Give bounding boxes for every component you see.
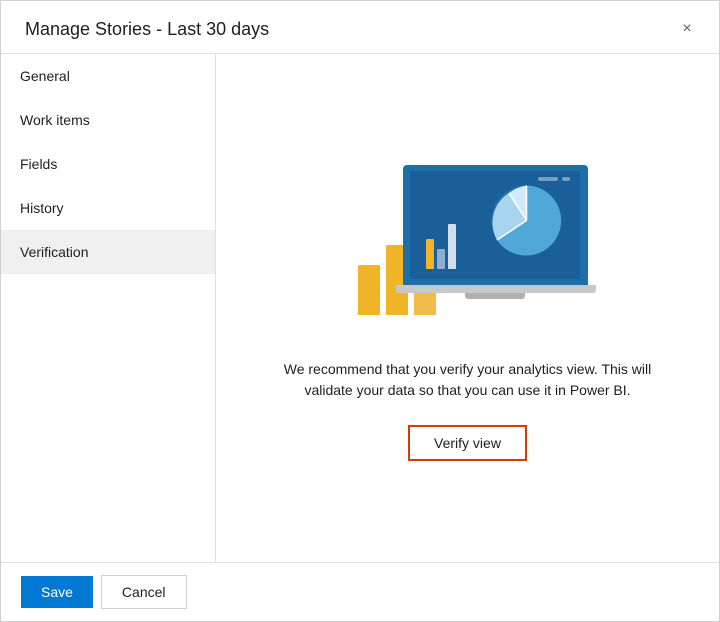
- laptop-screen-inner: [410, 171, 580, 279]
- laptop-screen: [403, 165, 588, 285]
- inner-bar1: [426, 239, 434, 269]
- inner-bar3: [448, 224, 456, 269]
- main-content: We recommend that you verify your analyt…: [216, 54, 719, 562]
- screen-controls: [538, 177, 570, 181]
- laptop-base: [396, 285, 596, 293]
- close-button[interactable]: ×: [675, 17, 699, 41]
- save-button[interactable]: Save: [21, 576, 93, 608]
- verification-description: We recommend that you verify your analyt…: [276, 359, 659, 401]
- laptop-icon: [403, 165, 588, 305]
- sidebar-item-work-items[interactable]: Work items: [1, 98, 215, 142]
- dialog-body: General Work items Fields History Verifi…: [1, 54, 719, 562]
- sidebar: General Work items Fields History Verifi…: [1, 54, 216, 562]
- dialog-footer: Save Cancel: [1, 562, 719, 621]
- manage-stories-dialog: Manage Stories - Last 30 days × General …: [0, 0, 720, 622]
- sidebar-item-verification[interactable]: Verification: [1, 230, 215, 274]
- dialog-header: Manage Stories - Last 30 days ×: [1, 1, 719, 54]
- verify-view-button[interactable]: Verify view: [408, 425, 527, 461]
- sidebar-item-fields[interactable]: Fields: [1, 142, 215, 186]
- inner-bar-chart: [426, 224, 456, 269]
- inner-bar2: [437, 249, 445, 269]
- cancel-button[interactable]: Cancel: [101, 575, 187, 609]
- bar1: [358, 265, 380, 315]
- sidebar-item-general[interactable]: General: [1, 54, 215, 98]
- analytics-illustration: [338, 155, 598, 335]
- laptop-stand: [465, 293, 525, 299]
- dialog-title: Manage Stories - Last 30 days: [25, 19, 269, 40]
- sidebar-item-history[interactable]: History: [1, 186, 215, 230]
- pie-chart-icon: [489, 183, 564, 261]
